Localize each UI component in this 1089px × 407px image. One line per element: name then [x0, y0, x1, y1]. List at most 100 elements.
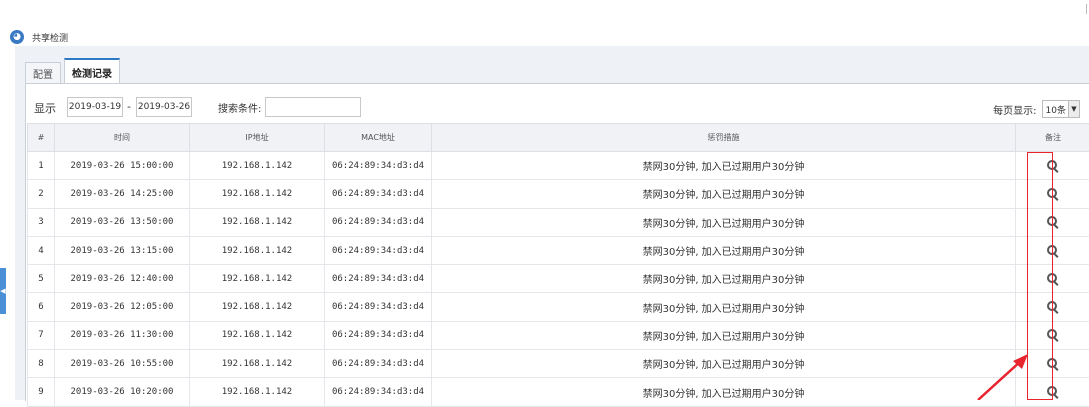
row-note — [1016, 180, 1089, 208]
row-ip: 192.168.1.142 — [190, 236, 325, 264]
tab-bar: 配置 检测记录 — [25, 58, 123, 84]
show-label: 显示 — [34, 100, 56, 116]
row-ip: 192.168.1.142 — [190, 350, 325, 378]
row-penalty: 禁网30分钟, 加入已过期用户30分钟 — [432, 208, 1016, 236]
row-note — [1016, 236, 1089, 264]
row-penalty: 禁网30分钟, 加入已过期用户30分钟 — [432, 350, 1016, 378]
search-label: 搜索条件: — [218, 100, 261, 115]
row-penalty: 禁网30分钟, 加入已过期用户30分钟 — [432, 378, 1016, 406]
row-mac: 06:24:89:34:d3:d4 — [325, 180, 432, 208]
col-ip: IP地址 — [190, 124, 325, 152]
row-note — [1016, 265, 1089, 293]
row-time: 2019-03-26 13:50:00 — [55, 208, 190, 236]
row-note — [1016, 293, 1089, 321]
row-time: 2019-03-26 10:55:00 — [55, 350, 190, 378]
row-note — [1016, 321, 1089, 349]
row-penalty: 禁网30分钟, 加入已过期用户30分钟 — [432, 265, 1016, 293]
app-logo-icon: ◕ — [10, 30, 24, 44]
row-note — [1016, 378, 1089, 406]
row-note — [1016, 208, 1089, 236]
col-index: # — [28, 124, 55, 152]
row-mac: 06:24:89:34:d3:d4 — [325, 236, 432, 264]
records-content: 显示 2019-03-19 - 2019-03-26 搜索条件: 每页显示: 1… — [25, 83, 1089, 401]
row-index: 5 — [28, 265, 55, 293]
row-mac: 06:24:89:34:d3:d4 — [325, 152, 432, 180]
per-page-select[interactable]: 10条 ▼ — [1042, 100, 1080, 118]
row-note — [1016, 152, 1089, 180]
row-note — [1016, 350, 1089, 378]
filter-bar: 显示 2019-03-19 - 2019-03-26 搜索条件: 每页显示: 1… — [26, 84, 1089, 124]
table-row: 42019-03-26 13:15:00192.168.1.14206:24:8… — [28, 236, 1089, 264]
search-icon[interactable] — [1047, 329, 1059, 341]
col-note: 备注 — [1016, 124, 1089, 152]
search-icon[interactable] — [1047, 273, 1059, 285]
row-ip: 192.168.1.142 — [190, 180, 325, 208]
per-page-label: 每页显示: — [993, 102, 1036, 117]
row-mac: 06:24:89:34:d3:d4 — [325, 293, 432, 321]
top-bar — [0, 0, 1089, 30]
row-penalty: 禁网30分钟, 加入已过期用户30分钟 — [432, 236, 1016, 264]
search-icon[interactable] — [1047, 301, 1059, 313]
row-ip: 192.168.1.142 — [190, 293, 325, 321]
row-ip: 192.168.1.142 — [190, 152, 325, 180]
col-time: 时间 — [55, 124, 190, 152]
row-penalty: 禁网30分钟, 加入已过期用户30分钟 — [432, 180, 1016, 208]
table-row: 82019-03-26 10:55:00192.168.1.14206:24:8… — [28, 350, 1089, 378]
row-time: 2019-03-26 13:15:00 — [55, 236, 190, 264]
row-mac: 06:24:89:34:d3:d4 — [325, 321, 432, 349]
search-icon[interactable] — [1047, 245, 1059, 257]
row-index: 6 — [28, 293, 55, 321]
date-from-input[interactable]: 2019-03-19 — [67, 97, 123, 117]
date-separator: - — [127, 100, 131, 113]
table-row: 32019-03-26 13:50:00192.168.1.14206:24:8… — [28, 208, 1089, 236]
records-table: # 时间 IP地址 MAC地址 惩罚措施 备注 12019-03-26 15:0… — [27, 123, 1089, 407]
corner-mark — [1086, 4, 1087, 14]
table-header-row: # 时间 IP地址 MAC地址 惩罚措施 备注 — [28, 124, 1089, 152]
row-ip: 192.168.1.142 — [190, 208, 325, 236]
app-title: 共享检测 — [32, 31, 68, 44]
search-icon[interactable] — [1047, 386, 1059, 398]
row-penalty: 禁网30分钟, 加入已过期用户30分钟 — [432, 152, 1016, 180]
tab-config[interactable]: 配置 — [25, 62, 61, 84]
col-mac: MAC地址 — [325, 124, 432, 152]
col-penalty: 惩罚措施 — [432, 124, 1016, 152]
row-time: 2019-03-26 10:20:00 — [55, 378, 190, 406]
row-mac: 06:24:89:34:d3:d4 — [325, 350, 432, 378]
row-time: 2019-03-26 15:00:00 — [55, 152, 190, 180]
date-to-input[interactable]: 2019-03-26 — [136, 97, 192, 117]
tab-records[interactable]: 检测记录 — [64, 58, 120, 84]
row-mac: 06:24:89:34:d3:d4 — [325, 208, 432, 236]
row-penalty: 禁网30分钟, 加入已过期用户30分钟 — [432, 321, 1016, 349]
row-time: 2019-03-26 12:05:00 — [55, 293, 190, 321]
main-panel: 配置 检测记录 显示 2019-03-19 - 2019-03-26 搜索条件:… — [15, 46, 1089, 400]
table-row: 62019-03-26 12:05:00192.168.1.14206:24:8… — [28, 293, 1089, 321]
search-icon[interactable] — [1047, 216, 1059, 228]
row-penalty: 禁网30分钟, 加入已过期用户30分钟 — [432, 293, 1016, 321]
table-row: 52019-03-26 12:40:00192.168.1.14206:24:8… — [28, 265, 1089, 293]
row-time: 2019-03-26 12:40:00 — [55, 265, 190, 293]
table-row: 72019-03-26 11:30:00192.168.1.14206:24:8… — [28, 321, 1089, 349]
app-header: ◕ 共享检测 — [10, 28, 68, 46]
row-index: 1 — [28, 152, 55, 180]
sidebar-toggle[interactable]: ◀ — [0, 268, 6, 314]
table-row: 22019-03-26 14:25:00192.168.1.14206:24:8… — [28, 180, 1089, 208]
row-index: 9 — [28, 378, 55, 406]
search-icon[interactable] — [1047, 188, 1059, 200]
search-input[interactable] — [265, 97, 361, 117]
dropdown-arrow-icon[interactable]: ▼ — [1068, 101, 1079, 117]
row-index: 4 — [28, 236, 55, 264]
row-time: 2019-03-26 14:25:00 — [55, 180, 190, 208]
row-ip: 192.168.1.142 — [190, 378, 325, 406]
search-icon[interactable] — [1047, 160, 1059, 172]
table-row: 12019-03-26 15:00:00192.168.1.14206:24:8… — [28, 152, 1089, 180]
row-ip: 192.168.1.142 — [190, 321, 325, 349]
row-index: 2 — [28, 180, 55, 208]
search-icon[interactable] — [1047, 358, 1059, 370]
row-ip: 192.168.1.142 — [190, 265, 325, 293]
row-index: 3 — [28, 208, 55, 236]
table-row: 92019-03-26 10:20:00192.168.1.14206:24:8… — [28, 378, 1089, 406]
row-mac: 06:24:89:34:d3:d4 — [325, 265, 432, 293]
row-index: 8 — [28, 350, 55, 378]
row-mac: 06:24:89:34:d3:d4 — [325, 378, 432, 406]
row-index: 7 — [28, 321, 55, 349]
